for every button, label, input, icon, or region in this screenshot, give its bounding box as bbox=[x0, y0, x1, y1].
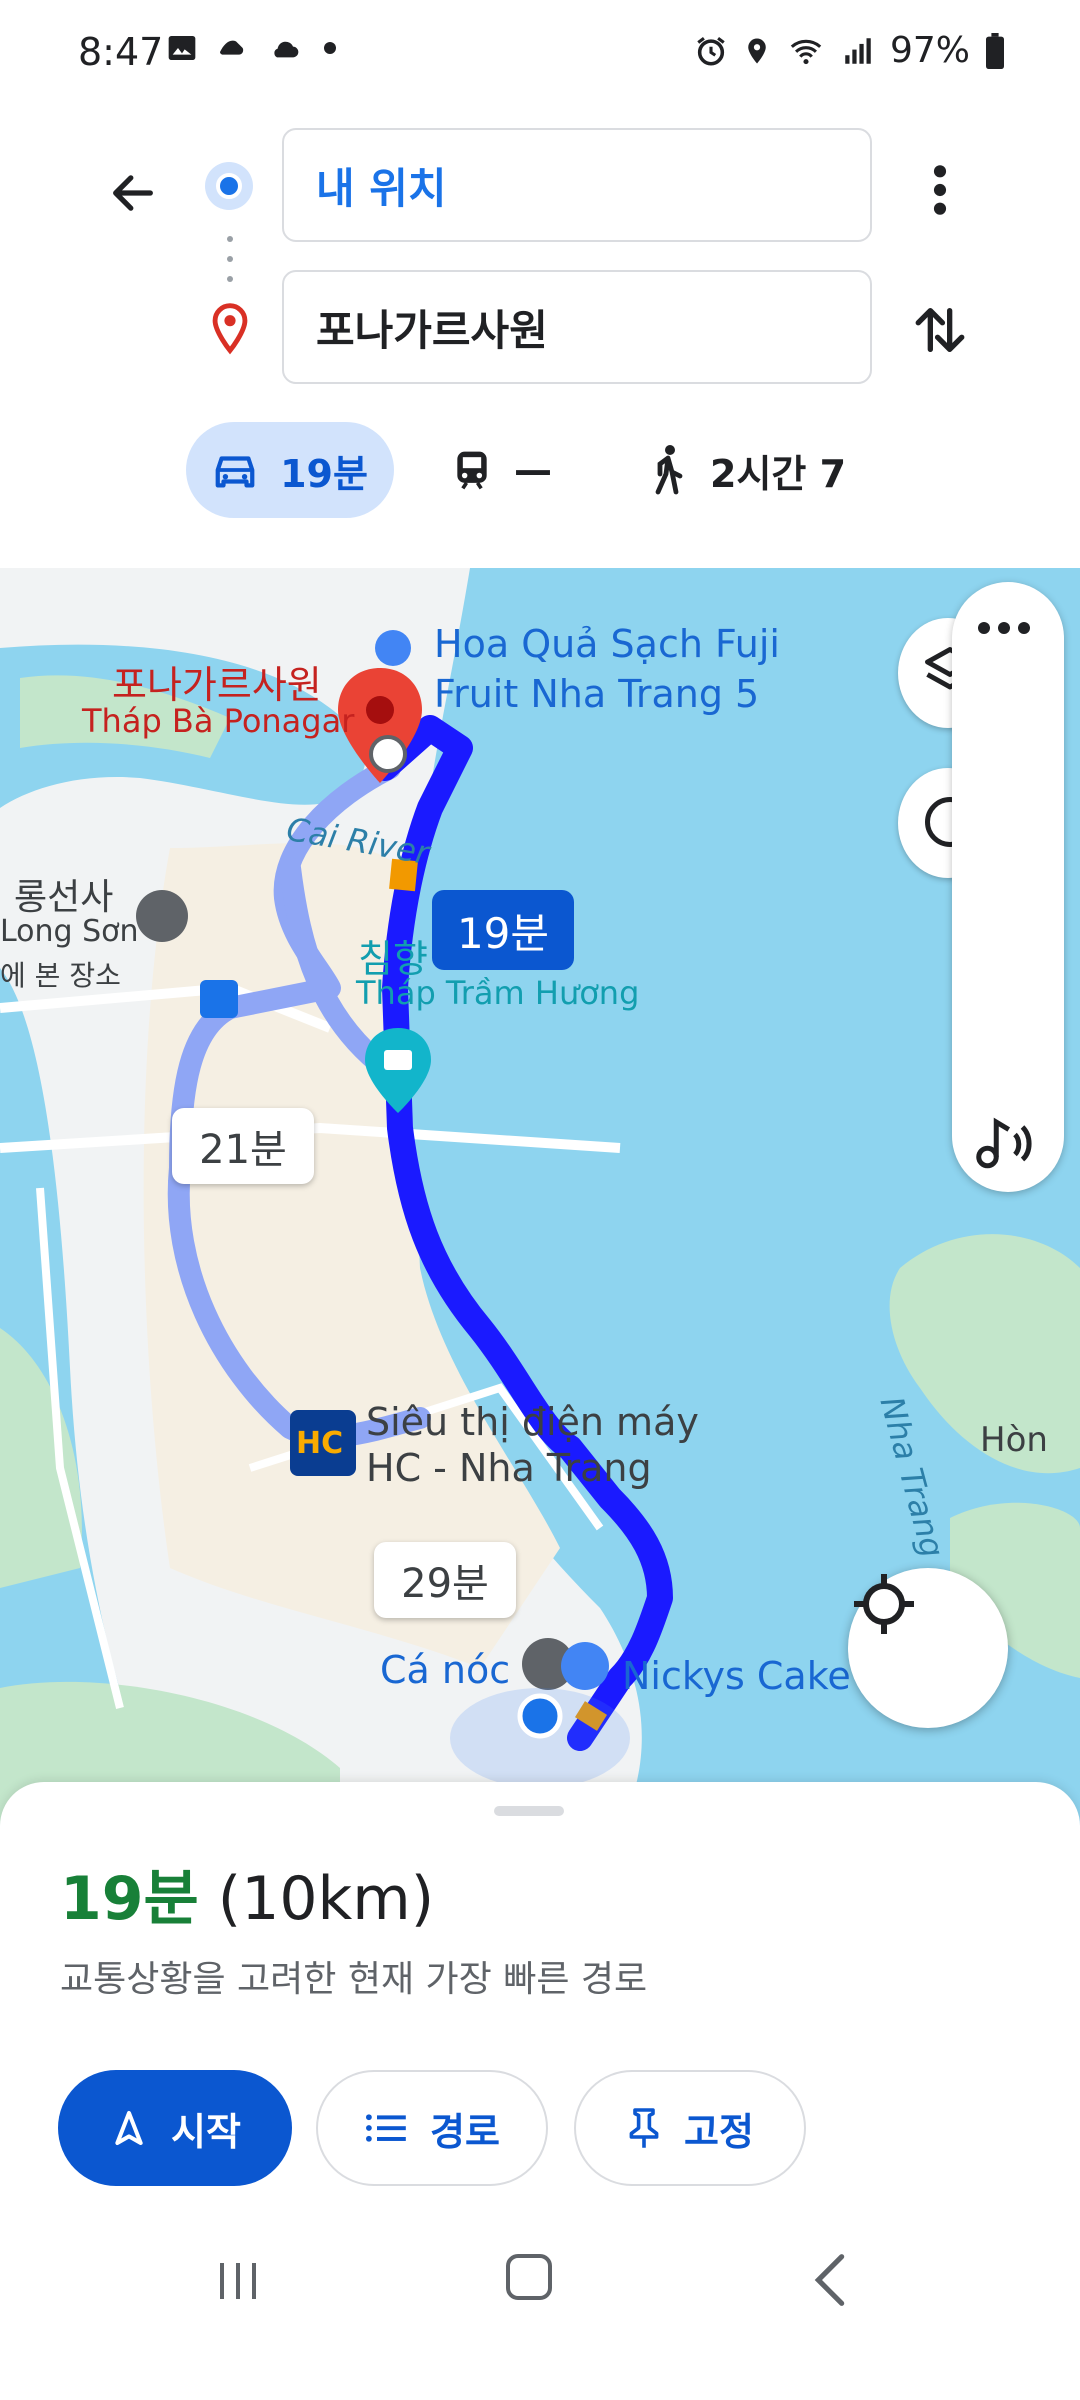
pin-icon bbox=[629, 2108, 659, 2148]
mode-transit[interactable]: — bbox=[452, 422, 552, 518]
mode-walk-time: 2시간 7 bbox=[710, 451, 847, 496]
hc-logo-text: HC bbox=[296, 1426, 344, 1461]
temple-marker bbox=[136, 890, 188, 942]
side-panel[interactable] bbox=[952, 582, 1064, 1192]
side-panel-menu-icon[interactable] bbox=[978, 622, 1030, 634]
map-label-restaurant[interactable]: Cá nóc bbox=[380, 1648, 510, 1692]
origin-marker-icon bbox=[205, 162, 253, 210]
status-notification-icons bbox=[166, 32, 340, 64]
destination-text: 포나가르사원 bbox=[316, 305, 548, 355]
alarm-icon bbox=[697, 36, 725, 66]
current-location-dot bbox=[517, 1693, 563, 1739]
mode-drive[interactable]: 19분 bbox=[186, 422, 394, 518]
pin-button[interactable]: 고정 bbox=[574, 2070, 806, 2186]
locate-icon bbox=[854, 1574, 914, 1634]
start-label: 시작 bbox=[171, 2109, 241, 2154]
back-arrow-icon bbox=[113, 175, 153, 211]
status-system-icons: 97% bbox=[694, 30, 1006, 71]
map-label-fruit-1[interactable]: Hoa Quả Sạch Fuji bbox=[434, 622, 780, 666]
swap-icon bbox=[915, 308, 965, 352]
back-button[interactable] bbox=[98, 158, 168, 228]
signal-icon bbox=[845, 37, 871, 64]
origin-text: 내 위치 bbox=[316, 163, 447, 213]
more-vert-icon bbox=[933, 165, 947, 215]
home-button[interactable] bbox=[506, 2254, 552, 2300]
nav-back-icon[interactable] bbox=[810, 2252, 850, 2308]
map-label-island: Hòn bbox=[980, 1420, 1048, 1460]
start-button[interactable]: 시작 bbox=[58, 2070, 292, 2186]
walk-icon bbox=[655, 445, 683, 495]
summary-distance: (10km) bbox=[217, 1864, 435, 1934]
route-time-main[interactable]: 19분 bbox=[432, 890, 574, 970]
list-icon bbox=[366, 2114, 406, 2142]
poi-fruit-marker bbox=[375, 630, 411, 666]
route-time-alt-2[interactable]: 29분 bbox=[374, 1542, 516, 1618]
cloud-icon bbox=[274, 41, 299, 58]
music-icon[interactable] bbox=[970, 1112, 1040, 1172]
map-view[interactable]: 포나가르사원 Tháp Bà Ponagar Hoa Quả Sạch Fuji… bbox=[0, 568, 1080, 1828]
map-label-cake[interactable]: Nickys Cake bbox=[622, 1654, 851, 1698]
battery-percentage: 97% bbox=[889, 30, 970, 71]
battery-icon bbox=[986, 32, 1004, 69]
map-label-fruit-2: Fruit Nha Trang 5 bbox=[434, 672, 760, 716]
more-options-button[interactable] bbox=[910, 150, 970, 230]
status-time: 8:47 bbox=[78, 30, 164, 74]
sheet-drag-handle[interactable] bbox=[494, 1806, 564, 1816]
mode-transit-time: — bbox=[514, 448, 552, 492]
map-label-temple-ko: 롱선사 bbox=[14, 877, 114, 918]
map-label-destination-ko: 포나가르사원 bbox=[112, 663, 322, 707]
recent-apps-icon[interactable] bbox=[214, 2256, 262, 2306]
mode-drive-time: 19분 bbox=[280, 451, 368, 496]
origin-field[interactable]: 내 위치 bbox=[282, 128, 872, 242]
system-nav-bar bbox=[0, 2200, 1080, 2400]
pin-label: 고정 bbox=[684, 2109, 754, 2154]
route-description: 교통상황을 고려한 현재 가장 빠른 경로 bbox=[60, 1959, 648, 2000]
status-bar: 8:47 97% bbox=[0, 0, 1080, 110]
cake-shop-marker bbox=[561, 1642, 609, 1690]
wifi-icon bbox=[790, 39, 822, 64]
my-location-button[interactable] bbox=[848, 1568, 1008, 1728]
connector-dots bbox=[227, 236, 233, 282]
swap-button[interactable] bbox=[900, 290, 980, 370]
map-label-temple-sub: 에 본 장소 bbox=[0, 959, 121, 992]
map-label-mall-2: HC - Nha Trang bbox=[366, 1446, 652, 1490]
shoe-icon bbox=[220, 40, 244, 55]
map-label-tower-vi: Tháp Trầm Hương bbox=[356, 974, 640, 1012]
dot-icon bbox=[324, 42, 336, 54]
steps-label: 경로 bbox=[430, 2109, 500, 2154]
navigate-icon bbox=[115, 2111, 143, 2145]
steps-button[interactable]: 경로 bbox=[316, 2070, 548, 2186]
gallery-icon bbox=[168, 36, 196, 60]
travel-modes: 19분 — 2시간 7 bbox=[0, 422, 1080, 518]
summary-time: 19분 bbox=[60, 1864, 199, 1934]
map-label-mall-1: Siêu thị điện máy bbox=[366, 1400, 699, 1444]
destination-field[interactable]: 포나가르사원 bbox=[282, 270, 872, 384]
train-icon bbox=[457, 451, 487, 490]
car-icon bbox=[215, 456, 255, 488]
mode-walk[interactable]: 2시간 7 bbox=[648, 422, 846, 518]
route-summary: 19분 (10km) bbox=[60, 1850, 434, 1937]
map-label-temple-vi: Long Sơn bbox=[0, 914, 139, 949]
map-label-destination-vi: Tháp Bà Ponagar bbox=[82, 702, 355, 740]
route-time-alt-1[interactable]: 21분 bbox=[172, 1108, 314, 1184]
bus-stop-marker bbox=[200, 980, 238, 1018]
destination-pin-icon bbox=[212, 303, 248, 355]
location-icon bbox=[748, 38, 766, 63]
